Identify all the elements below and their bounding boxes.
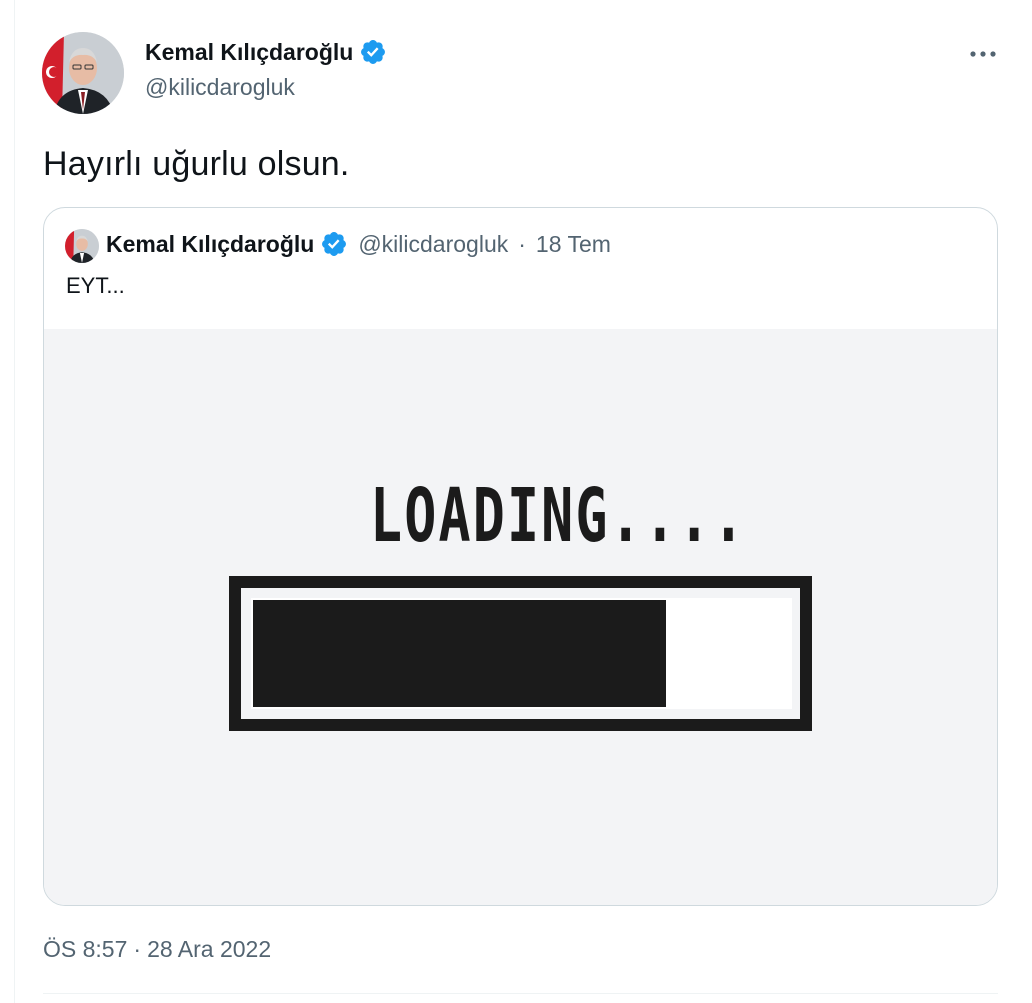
quoted-author-display-name: Kemal Kılıçdaroğlu xyxy=(106,230,315,257)
quoted-separator: · xyxy=(518,230,526,257)
verified-badge-icon xyxy=(359,38,387,66)
quoted-author-handle: @kilicdarogluk xyxy=(358,230,509,257)
quoted-tweet-date: 18 Tem xyxy=(535,230,611,257)
quoted-tweet-header: Kemal Kılıçdaroğlu @kilicdarogluk · 18 T… xyxy=(106,230,611,258)
loading-text: LOADING.... xyxy=(370,473,747,559)
progress-bar-fill xyxy=(253,600,666,707)
more-options-button[interactable] xyxy=(966,40,1000,68)
author-handle[interactable]: @kilicdarogluk xyxy=(145,74,295,101)
author-name-row[interactable]: Kemal Kılıçdaroğlu xyxy=(145,38,387,66)
progress-bar-frame xyxy=(229,576,812,731)
quoted-tweet-text: EYT... xyxy=(66,273,125,298)
quoted-tweet-card[interactable]: Kemal Kılıçdaroğlu @kilicdarogluk · 18 T… xyxy=(43,207,998,906)
tweet-date[interactable]: 28 Ara 2022 xyxy=(147,936,271,963)
timestamp-separator: · xyxy=(133,936,142,962)
quoted-tweet-media[interactable]: LOADING.... xyxy=(44,329,997,905)
author-display-name[interactable]: Kemal Kılıçdaroğlu xyxy=(145,39,353,66)
tweet-text: Hayırlı uğurlu olsun. xyxy=(43,145,350,183)
quoted-verified-badge-icon xyxy=(320,230,348,258)
quoted-author-avatar xyxy=(65,229,99,263)
divider xyxy=(43,993,998,994)
author-avatar[interactable] xyxy=(42,32,124,114)
tweet-timestamp[interactable]: ÖS 8:57 · 28 Ara 2022 xyxy=(43,936,271,963)
tweet-time[interactable]: ÖS 8:57 xyxy=(43,936,127,963)
more-horizontal-icon xyxy=(970,51,996,57)
